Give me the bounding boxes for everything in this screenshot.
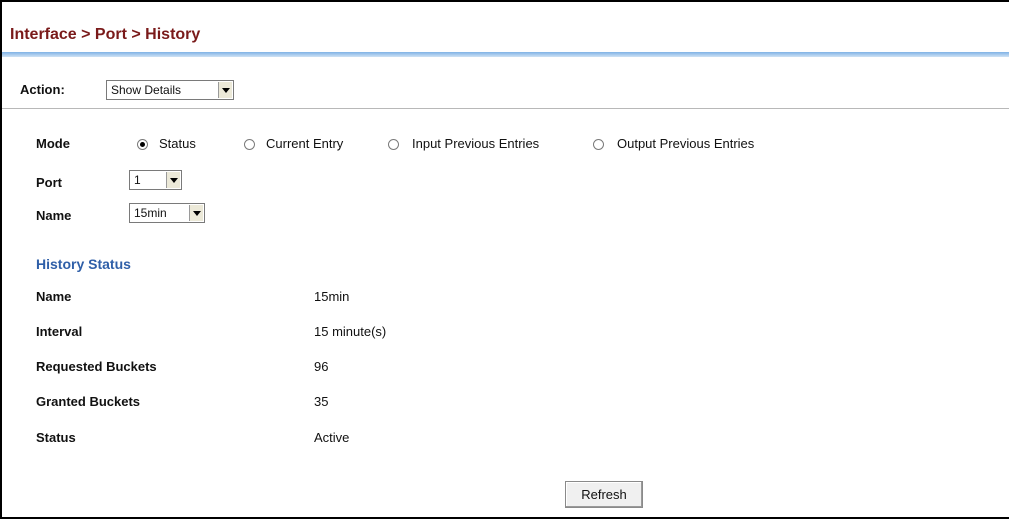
status-row-value: 15min [314, 289, 350, 304]
status-row-label: Interval [36, 324, 83, 339]
name-select[interactable]: 15min [129, 203, 205, 223]
chevron-down-icon[interactable] [189, 205, 203, 221]
status-row-label: Status [36, 430, 76, 445]
port-select-value: 1 [134, 173, 141, 187]
status-row-label: Granted Buckets [36, 394, 141, 409]
status-row-value: 96 [314, 359, 329, 374]
action-row: Action: Show Details [2, 58, 1009, 109]
status-row-label: Name [36, 289, 72, 304]
title-bar: Interface > Port > History [2, 2, 1009, 57]
mode-option-input-previous[interactable]: Input Previous Entries [412, 136, 539, 151]
title-divider [2, 52, 1009, 57]
port-label: Port [36, 175, 62, 190]
mode-radio-current-entry[interactable] [244, 139, 255, 150]
section-title-history-status: History Status [36, 256, 131, 272]
action-select-value: Show Details [111, 83, 182, 97]
action-select[interactable]: Show Details [106, 80, 234, 100]
action-label: Action: [20, 82, 65, 97]
name-label: Name [36, 208, 72, 223]
mode-radio-output-previous[interactable] [593, 139, 604, 150]
refresh-button[interactable]: Refresh [565, 481, 643, 508]
page-title: Interface > Port > History [10, 26, 201, 43]
status-row-value: 35 [314, 394, 329, 409]
chevron-down-icon[interactable] [218, 82, 232, 98]
status-row-value: Active [314, 430, 350, 445]
name-select-value: 15min [134, 206, 167, 220]
status-row-value: 15 minute(s) [314, 324, 387, 339]
status-row-label: Requested Buckets [36, 359, 157, 374]
mode-label: Mode [36, 136, 70, 151]
mode-radio-input-previous[interactable] [388, 139, 399, 150]
mode-option-status[interactable]: Status [159, 136, 196, 151]
port-select[interactable]: 1 [129, 170, 182, 190]
mode-option-current-entry[interactable]: Current Entry [266, 136, 343, 151]
mode-radio-status[interactable] [137, 139, 148, 150]
chevron-down-icon[interactable] [166, 172, 180, 188]
history-panel: Interface > Port > History Action: Show … [0, 0, 1009, 519]
mode-option-output-previous[interactable]: Output Previous Entries [617, 136, 754, 151]
